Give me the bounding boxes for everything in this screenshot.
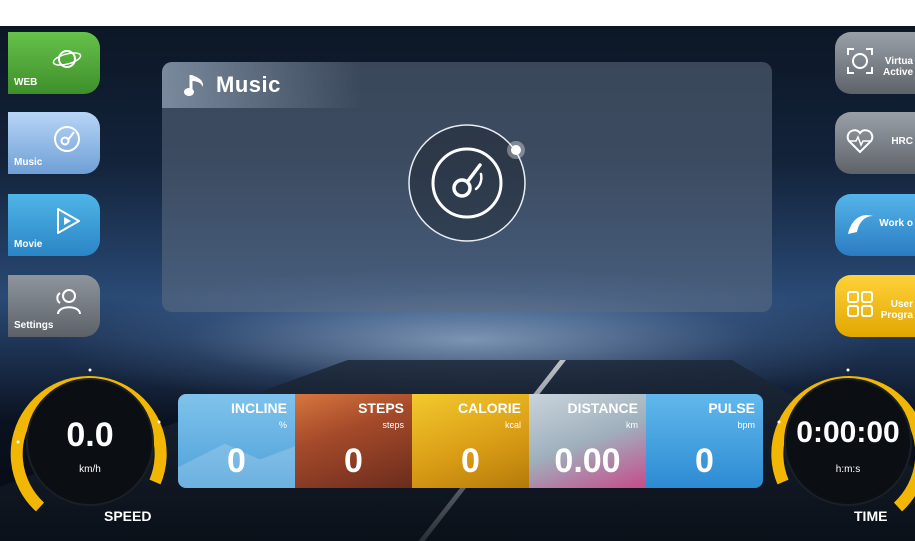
pulse-label: PULSE (708, 400, 755, 416)
pulse-unit: bpm (737, 420, 755, 430)
user-label-line2: Progra (880, 310, 913, 321)
web-button[interactable]: WEB (8, 32, 100, 94)
time-caption: TIME (854, 508, 888, 524)
music-button[interactable]: Music (8, 112, 100, 174)
time-gauge: 0:00:00 h:m:s (768, 362, 915, 522)
music-disc-icon (54, 126, 80, 152)
web-label: WEB (14, 77, 38, 88)
heart-pulse-icon (846, 129, 874, 154)
treadmill-screen: WEB Music Movie Settings Virtua Active H… (0, 0, 915, 541)
virtual-label-line2: Active (882, 67, 913, 78)
steps-tile: STEPS steps 0 (295, 394, 412, 488)
settings-button[interactable]: Settings (8, 275, 100, 337)
music-note-icon (184, 75, 204, 96)
virtual-active-button[interactable]: Virtua Active (835, 32, 915, 94)
incline-value: 0 (227, 442, 246, 480)
planet-icon (52, 50, 82, 68)
movie-label: Movie (14, 239, 43, 250)
grid-program-icon (847, 291, 873, 317)
calorie-unit: kcal (504, 420, 521, 430)
distance-value: 0.00 (554, 442, 621, 480)
hrc-button[interactable]: HRC (835, 112, 915, 174)
disc-icon (408, 124, 526, 242)
incline-unit: % (278, 420, 287, 430)
distance-unit: km (626, 420, 638, 430)
speed-unit: km/h (79, 464, 101, 475)
camera-focus-icon (847, 48, 873, 74)
virtual-label-line1: Virtua (884, 56, 913, 67)
calorie-value: 0 (461, 442, 480, 480)
stats-bar: INCLINE % 0 STEPS steps 0 CALORIE kcal 0… (178, 394, 766, 488)
user-program-label: User Progra (881, 299, 913, 321)
music-label: Music (14, 157, 43, 168)
speed-value: 0.0 (66, 416, 114, 454)
movie-button[interactable]: Movie (8, 194, 100, 256)
pulse-value: 0 (695, 442, 714, 480)
incline-tile: INCLINE % 0 (178, 394, 295, 488)
settings-label: Settings (14, 320, 54, 331)
top-bar (0, 0, 915, 26)
users-icon (56, 289, 81, 315)
calorie-tile: CALORIE kcal 0 (412, 394, 529, 488)
distance-label: DISTANCE (567, 400, 638, 416)
play-film-icon (57, 208, 80, 234)
calorie-label: CALORIE (458, 400, 521, 416)
incline-label: INCLINE (231, 400, 287, 416)
time-unit: h:m:s (835, 464, 861, 475)
speed-gauge: 0.0 km/h (10, 362, 170, 522)
music-player-disc[interactable] (402, 118, 532, 248)
steps-value: 0 (344, 442, 363, 480)
distance-tile: DISTANCE km 0.00 (529, 394, 646, 488)
workout-button[interactable]: Work o (835, 194, 915, 256)
speed-caption: SPEED (104, 508, 152, 524)
user-program-button[interactable]: User Progra (835, 275, 915, 337)
panel-header: Music (162, 62, 362, 108)
steps-label: STEPS (358, 400, 404, 416)
workout-label: Work o (879, 218, 913, 229)
wave-icon (848, 214, 873, 234)
user-label-line1: User (890, 299, 913, 310)
virtual-active-label: Virtua Active (883, 56, 913, 78)
panel-title: Music (216, 72, 281, 97)
time-value: 0:00:00 (796, 416, 900, 449)
pulse-tile: PULSE bpm 0 (646, 394, 763, 488)
music-panel: Music (162, 62, 772, 312)
hrc-label: HRC (891, 136, 913, 147)
steps-unit: steps (382, 420, 404, 430)
